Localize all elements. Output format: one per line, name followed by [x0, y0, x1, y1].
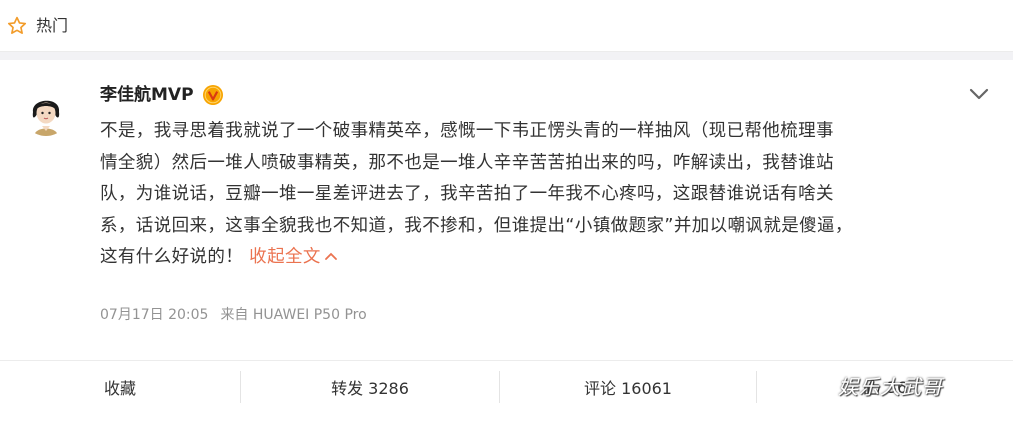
content-line: 情全貌）然后一堆人喷破事精英，那不也是一堆人辛辛苦苦拍出来的吗，咋解读出，我替谁… [100, 152, 834, 173]
post-content: 不是，我寻思着我就说了一个破事精英卒，感慨一下韦正愣头青的一样抽风（现已帮他梳理… [100, 116, 980, 274]
content-line: 队，为谁说话，豆瓣一堆一星差评进去了，我辛苦拍了一年我不心疼吗，这跟替谁说话有啥… [100, 184, 834, 204]
action-bar: 收藏 转发 3286 评论 16061 36 娱乐大武哥 [0, 360, 1013, 422]
avatar[interactable] [23, 90, 69, 136]
verified-badge-icon [202, 85, 223, 105]
content-line: 不是，我寻思着我就说了一个破事精英卒，感慨一下韦正愣头青的一样抽风（现已帮他梳理… [100, 121, 834, 141]
collapse-label: 收起全文 [249, 247, 321, 267]
content-line: 系，话说回来，这事全貌我也不知道，我不掺和，但谁提出“小镇做题家”并加以嘲讽就是… [100, 215, 853, 236]
comment-label: 评论 16061 [584, 379, 672, 398]
weibo-post-card: 李佳航MVP 不是，我寻思着我就说了一个破事精英卒，感慨一下韦正愣头青的一样抽风… [0, 60, 1013, 360]
post-timestamp[interactable]: 07月17日 20:05 [100, 307, 208, 323]
repost-label: 转发 3286 [331, 379, 409, 398]
post-meta: 07月17日 20:05 来自 HUAWEI P50 Pro [100, 305, 367, 325]
comment-button[interactable]: 评论 16061 [500, 361, 756, 413]
avatar-illustration [23, 90, 69, 136]
repost-button[interactable]: 转发 3286 [241, 361, 499, 413]
content-line-last: 这有什么好说的！ 收起全文 [100, 242, 980, 274]
hot-section-label: 热门 [36, 16, 69, 35]
collapse-text-link[interactable]: 收起全文 [249, 247, 338, 267]
favorite-label: 收藏 [103, 379, 136, 398]
author-row: 李佳航MVP [100, 82, 224, 108]
author-name[interactable]: 李佳航MVP [100, 83, 194, 107]
content-line: 这有什么好说的！ [100, 247, 250, 267]
watermark: 娱乐大武哥 [838, 375, 943, 399]
chevron-up-icon [324, 252, 337, 260]
star-icon [7, 16, 27, 34]
favorite-button[interactable]: 收藏 [0, 361, 240, 413]
chevron-down-icon[interactable] [968, 86, 990, 102]
hot-section-header: 热门 [0, 0, 1013, 52]
post-source: 来自 HUAWEI P50 Pro [220, 307, 367, 323]
